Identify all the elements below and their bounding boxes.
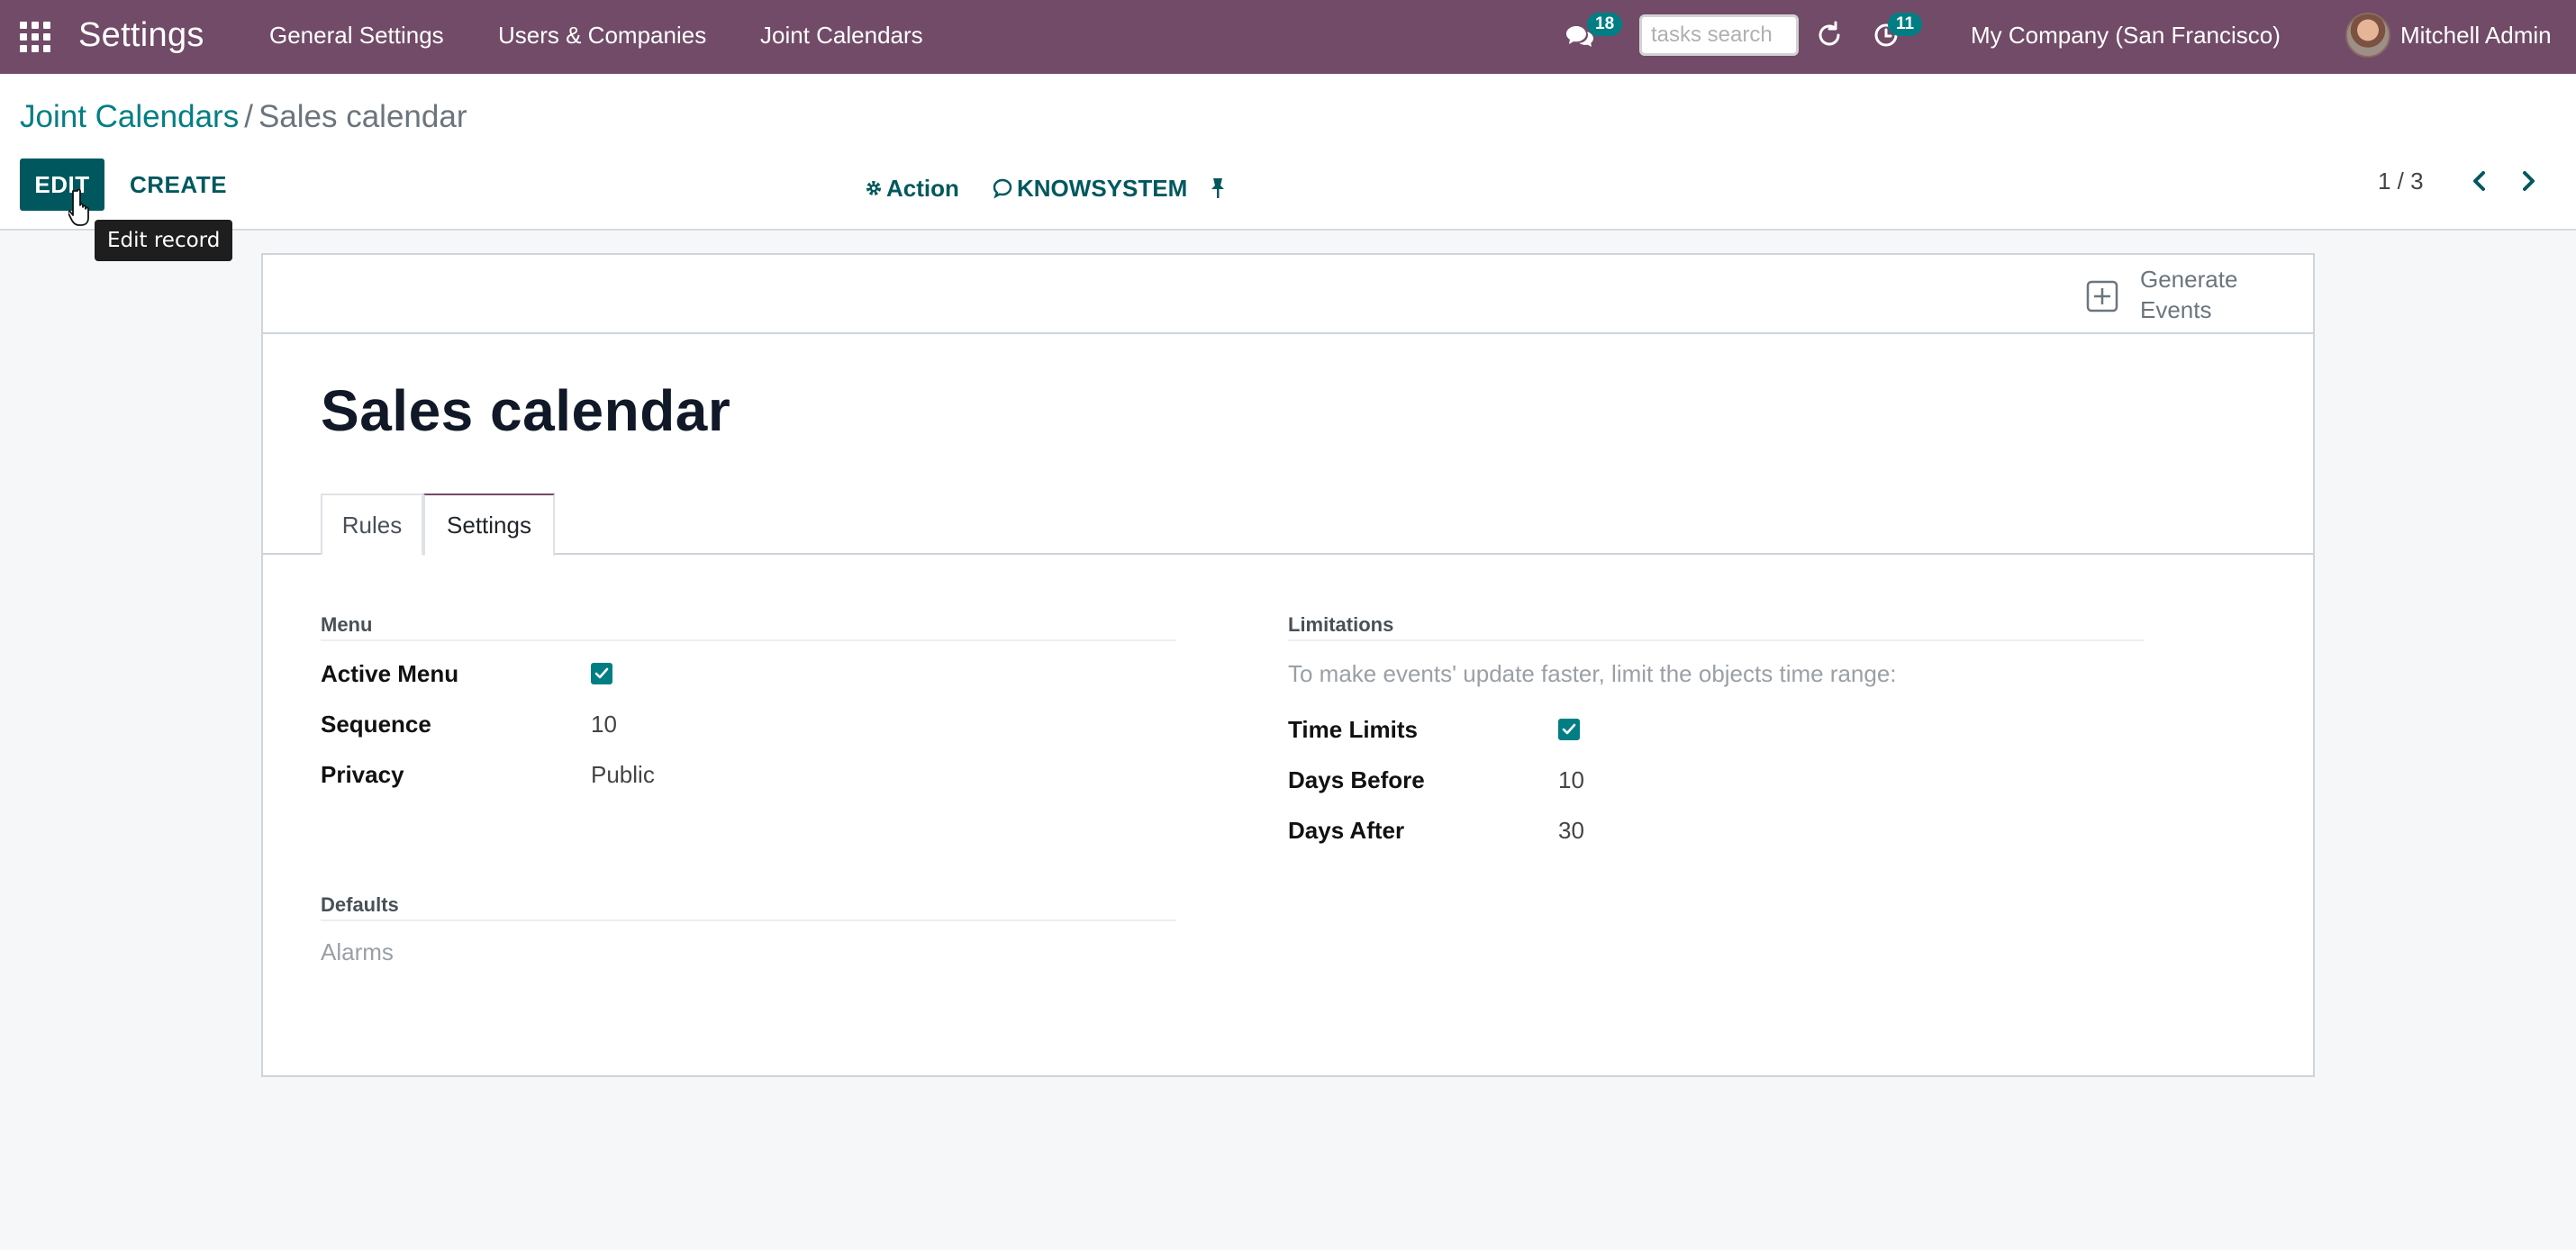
- privacy-label: Privacy: [321, 761, 404, 788]
- speech-bubble-icon: [992, 177, 1013, 199]
- days-before-label: Days Before: [1288, 766, 1425, 793]
- action-menu-button[interactable]: Action: [865, 173, 959, 204]
- breadcrumb-separator: /: [244, 99, 253, 134]
- top-navbar: Settings General Settings Users & Compan…: [0, 0, 2576, 74]
- menu-group-divider: [321, 639, 1176, 641]
- chevron-left-icon[interactable]: [2464, 166, 2495, 196]
- active-menu-label: Active Menu: [321, 660, 459, 687]
- app-title[interactable]: Settings: [78, 13, 204, 58]
- action-label: Action: [886, 175, 959, 202]
- user-avatar[interactable]: [2345, 13, 2390, 58]
- sequence-label: Sequence: [321, 711, 431, 738]
- plus-square-icon: [2086, 280, 2118, 312]
- privacy-value: Public: [591, 761, 655, 788]
- menu-users-companies[interactable]: Users & Companies: [498, 20, 706, 50]
- limitations-group-title: Limitations: [1288, 613, 1394, 636]
- active-menu-checkbox[interactable]: [591, 663, 612, 684]
- generate-events-label: Generate Events: [2140, 266, 2238, 323]
- alarms-label: Alarms: [321, 938, 394, 965]
- breadcrumb: Joint Calendars / Sales calendar: [20, 97, 467, 137]
- edit-tooltip: Edit record: [95, 220, 233, 261]
- menu-general-settings[interactable]: General Settings: [269, 20, 444, 50]
- notebook-tabs: Rules Settings: [263, 494, 2313, 557]
- user-menu[interactable]: Mitchell Admin: [2400, 20, 2552, 50]
- record-title: Sales calendar: [321, 378, 731, 443]
- chevron-right-icon[interactable]: [2513, 166, 2544, 196]
- days-after-value: 30: [1558, 817, 1584, 844]
- limitations-group-divider: [1288, 639, 2144, 641]
- breadcrumb-current: Sales calendar: [258, 99, 467, 134]
- days-before-value: 10: [1558, 766, 1584, 793]
- knowsystem-button[interactable]: KNOWSYSTEM: [992, 173, 1187, 204]
- days-after-label: Days After: [1288, 817, 1405, 844]
- menu-joint-calendars[interactable]: Joint Calendars: [760, 20, 923, 50]
- limitations-hint: To make events' update faster, limit the…: [1288, 660, 1897, 687]
- tab-settings[interactable]: Settings: [423, 494, 555, 557]
- pin-icon[interactable]: [1206, 173, 1229, 204]
- control-panel: Joint Calendars / Sales calendar EDIT CREA…: [0, 74, 2576, 231]
- sequence-value: 10: [591, 711, 617, 738]
- defaults-group-divider: [321, 919, 1176, 921]
- refresh-icon[interactable]: [1814, 20, 1845, 50]
- hand-cursor-icon: [68, 187, 101, 229]
- company-switcher[interactable]: My Company (San Francisco): [1971, 20, 2281, 50]
- pager-value[interactable]: 1 / 3: [2378, 166, 2424, 196]
- create-button[interactable]: CREATE: [117, 159, 240, 211]
- activity-count-badge: 11: [1888, 13, 1923, 36]
- knowsystem-label: KNOWSYSTEM: [1017, 175, 1188, 202]
- time-limits-label: Time Limits: [1288, 716, 1419, 743]
- tab-rules[interactable]: Rules: [321, 494, 423, 555]
- breadcrumb-parent-link[interactable]: Joint Calendars: [20, 99, 239, 134]
- time-limits-checkbox[interactable]: [1558, 719, 1580, 740]
- defaults-group-title: Defaults: [321, 893, 399, 916]
- app-menu-grid-icon[interactable]: [20, 22, 50, 52]
- chat-count-badge: 18: [1587, 13, 1623, 36]
- tasks-search-input[interactable]: [1639, 14, 1799, 56]
- gear-icon: [865, 179, 883, 197]
- generate-events-button[interactable]: Generate Events: [2086, 264, 2302, 325]
- form-sheet: Generate Events Sales calendar Rules Set…: [261, 253, 2315, 1077]
- menu-group-title: Menu: [321, 613, 373, 636]
- form-statusbar: Generate Events: [263, 255, 2313, 334]
